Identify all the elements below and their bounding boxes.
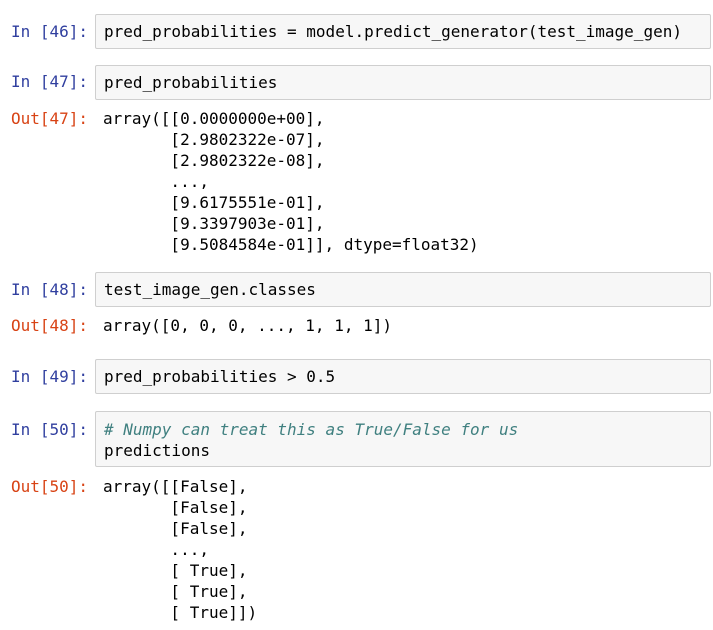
in-prompt: In [50]: — [11, 420, 89, 439]
output-line: [False], — [103, 519, 248, 538]
code-expression: pred_probabilities > 0.5 — [104, 367, 336, 386]
code-input[interactable]: test_image_gen.classes — [95, 272, 711, 307]
out-prompt: Out[50]: — [11, 477, 89, 496]
in-prompt: In [47]: — [11, 72, 89, 91]
output-line: [9.5084584e-01]], dtype=float32) — [103, 235, 479, 254]
code-line: test_image_gen.classes — [104, 280, 316, 299]
code-comment: # Numpy can treat this as True/False for… — [104, 420, 519, 439]
code-line: pred_probabilities > 0.5 — [104, 366, 335, 387]
output-line: array([0, 0, 0, ..., 1, 1, 1]) — [103, 316, 392, 335]
code-input[interactable]: pred_probabilities > 0.5 — [95, 359, 711, 394]
in-prompt: In [46]: — [11, 22, 89, 41]
output-line: [2.9802322e-07], — [103, 130, 325, 149]
output-line: [ True], — [103, 582, 248, 601]
in-prompt: In [48]: — [11, 280, 89, 299]
code-input[interactable]: pred_probabilities = model.predict_gener… — [95, 14, 711, 49]
output-line: [False], — [103, 498, 248, 517]
output-line: ..., — [103, 540, 209, 559]
code-line: pred_probabilities — [104, 73, 278, 92]
output-line: array([[False], — [103, 477, 248, 496]
output-line: array([[0.0000000e+00], — [103, 109, 325, 128]
output-line: [ True], — [103, 561, 248, 580]
code-input[interactable]: pred_probabilities — [95, 65, 711, 100]
output-line: [9.3397903e-01], — [103, 214, 325, 233]
output-line: [ True]]) — [103, 603, 258, 622]
code-line: predictions — [104, 441, 210, 460]
out-prompt: Out[47]: — [11, 109, 89, 128]
code-line: pred_probabilities = model.predict_gener… — [104, 22, 682, 41]
in-prompt: In [49]: — [11, 367, 89, 386]
output-line: [2.9802322e-08], — [103, 151, 325, 170]
output-line: [9.6175551e-01], — [103, 193, 325, 212]
code-input[interactable]: # Numpy can treat this as True/False for… — [95, 411, 711, 467]
output-line: ..., — [103, 172, 209, 191]
out-prompt: Out[48]: — [11, 316, 89, 335]
